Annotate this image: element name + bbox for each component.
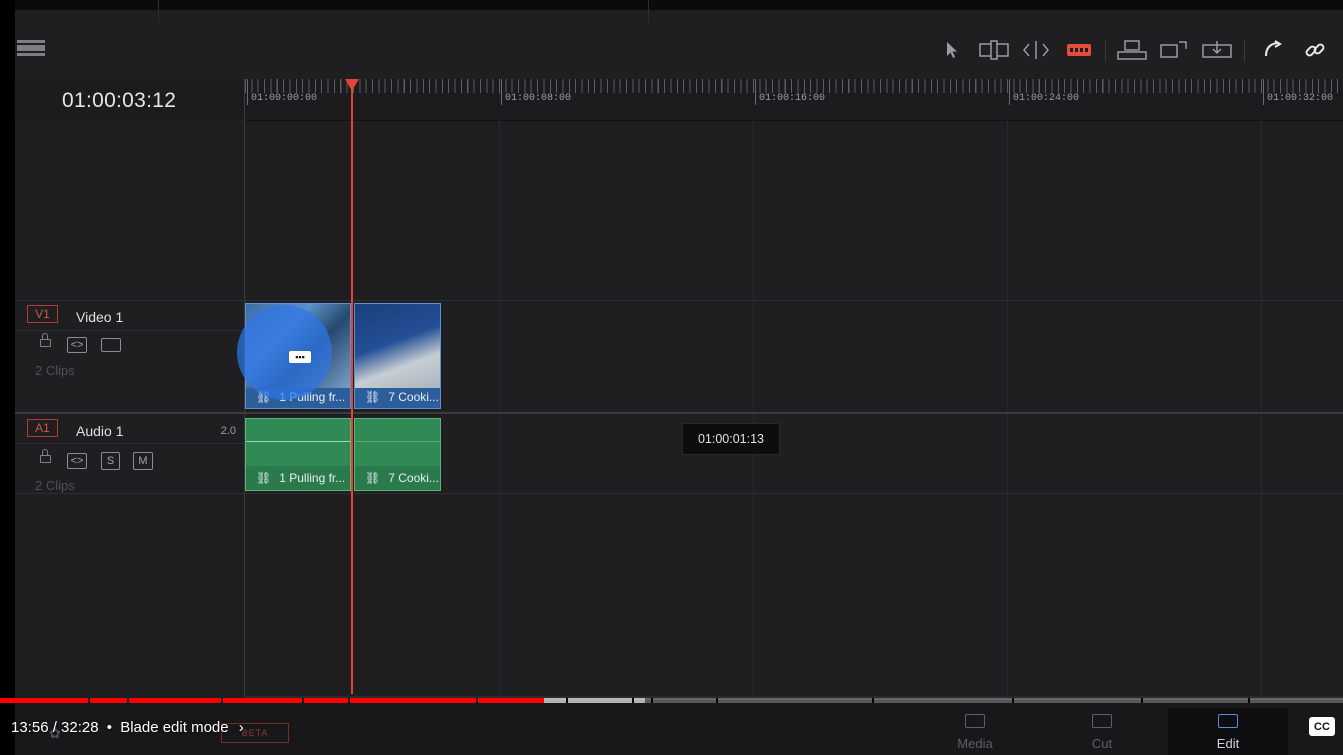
- top-strip: [15, 0, 1343, 10]
- video-track-badge[interactable]: V1: [27, 305, 58, 323]
- video-progress-bar[interactable]: [0, 698, 1343, 703]
- media-page-button[interactable]: Media: [915, 708, 1035, 755]
- audio-track-badge[interactable]: A1: [27, 419, 58, 437]
- chapter-title[interactable]: Blade edit mode: [120, 719, 228, 736]
- timecode-display[interactable]: 01:00:03:12: [15, 79, 245, 121]
- closed-captions-button[interactable]: CC: [1309, 717, 1335, 736]
- timeline-view-options-icon[interactable]: [17, 40, 45, 58]
- edit-page-label: Edit: [1216, 736, 1240, 751]
- selection-pointer-icon[interactable]: [937, 36, 967, 64]
- cut-page-label: Cut: [1091, 736, 1113, 751]
- edit-page-button[interactable]: Edit: [1168, 708, 1288, 755]
- top-divider: [648, 0, 649, 22]
- clip-label: ⛓ 7 Cooki...: [365, 471, 439, 485]
- audio-clip[interactable]: ⛓ 7 Cooki...: [354, 418, 441, 491]
- snapping-icon[interactable]: [1258, 36, 1288, 64]
- lock-icon[interactable]: [40, 333, 51, 347]
- edit-page-icon: [1218, 714, 1238, 728]
- chevron-right-icon[interactable]: ›: [239, 719, 244, 736]
- grid-line: [1261, 120, 1262, 700]
- ruler-label: 01:00:00:00: [251, 93, 318, 104]
- replace-clip-icon[interactable]: [1202, 36, 1232, 64]
- video-clip-count: 2 Clips: [35, 363, 75, 378]
- cursor-highlight: [237, 305, 332, 400]
- ruler-label: 01:00:16:00: [759, 93, 826, 104]
- grid-line: [753, 120, 754, 700]
- progress-played: [0, 698, 544, 703]
- ruler-label: 01:00:24:00: [1013, 93, 1080, 104]
- player-time-and-chapter: 13:56 / 32:28 • Blade edit mode ›: [11, 719, 244, 736]
- clip-thumbnail: [355, 304, 440, 388]
- trim-edit-icon[interactable]: [979, 36, 1009, 64]
- audio-waveform: [355, 441, 440, 442]
- blade-cursor-icon: ▪▪▪: [289, 351, 311, 363]
- cut-page-button[interactable]: Cut: [1042, 708, 1162, 755]
- timeline-ruler[interactable]: 01:00:00:00 01:00:08:00 01:00:16:00 01:0…: [245, 79, 1343, 121]
- playhead-line[interactable]: [351, 86, 353, 694]
- timecode-text: 01:00:03:12: [62, 89, 177, 112]
- player-time: 13:56 / 32:28: [11, 719, 99, 736]
- video-clip[interactable]: ⛓ 7 Cooki...: [354, 303, 441, 409]
- media-page-label: Media: [957, 736, 993, 751]
- auto-track-select-icon[interactable]: <>: [67, 337, 87, 353]
- cut-page-icon: [1092, 714, 1112, 728]
- grid-line: [1007, 120, 1008, 700]
- ruler-label: 01:00:08:00: [505, 93, 572, 104]
- timeline-toolbar: [15, 22, 1343, 80]
- dynamic-trim-icon[interactable]: [1021, 36, 1051, 64]
- disable-video-track-icon[interactable]: [101, 338, 121, 352]
- separator-dot: •: [106, 719, 113, 736]
- media-page-icon: [965, 714, 985, 728]
- linked-selection-icon[interactable]: [1300, 36, 1330, 64]
- audio-waveform: [246, 441, 350, 442]
- overwrite-clip-icon[interactable]: [1159, 36, 1189, 64]
- video-track-header: V1 Video 1 <> 2 Clips: [15, 301, 244, 412]
- lock-icon[interactable]: [40, 449, 51, 463]
- ruler-label: 01:00:32:00: [1267, 93, 1334, 104]
- audio-channel-format: 2.0: [220, 425, 236, 437]
- link-icon: ⛓: [365, 390, 381, 404]
- audio-track-name[interactable]: Audio 1: [76, 423, 123, 439]
- resolve-app-window: 01:00:03:12 01:00:00:00 01:00:08:00 01:0…: [15, 0, 1343, 755]
- blade-edit-icon[interactable]: [1064, 36, 1094, 64]
- insert-clip-icon[interactable]: [1117, 36, 1147, 64]
- solo-button[interactable]: S: [101, 452, 120, 470]
- clip-label: ⛓ 7 Cooki...: [365, 390, 439, 404]
- grid-line: [499, 120, 500, 700]
- timecode-tooltip: 01:00:01:13: [682, 423, 780, 455]
- audio-clip[interactable]: ⛓ 1 Pulling fr...: [245, 418, 351, 491]
- auto-track-select-icon[interactable]: <>: [67, 453, 87, 469]
- track-divider: [15, 493, 1343, 494]
- audio-clip-count: 2 Clips: [35, 478, 75, 493]
- left-letterbox: [0, 0, 15, 755]
- ruler-ticks: [245, 79, 1343, 93]
- top-divider: [158, 0, 159, 22]
- mute-button[interactable]: M: [133, 452, 153, 470]
- clip-label: ⛓ 1 Pulling fr...: [256, 471, 346, 485]
- audio-track-header: A1 Audio 1 2.0 <> S M 2 Clips: [15, 415, 244, 493]
- video-audio-divider: [15, 412, 1343, 414]
- link-icon: ⛓: [256, 471, 272, 485]
- video-track-name[interactable]: Video 1: [76, 309, 123, 325]
- link-icon: ⛓: [365, 471, 381, 485]
